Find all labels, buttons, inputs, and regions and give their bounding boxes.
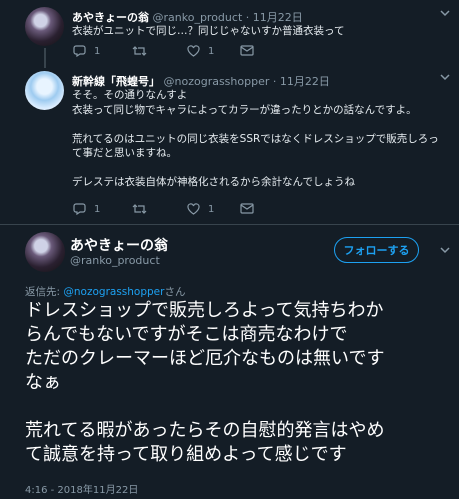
follow-button[interactable]: フォローする — [334, 237, 419, 263]
envelope-icon — [240, 203, 254, 214]
avatar[interactable] — [25, 232, 65, 272]
tweet-header: 新幹線「飛蝗号」 @nozograsshopper · 11月22日 — [72, 73, 330, 89]
reply-to-suffix: さん — [164, 286, 186, 298]
reply-button[interactable]: 1 — [73, 45, 100, 57]
retweet-icon — [132, 45, 147, 57]
author-handle[interactable]: @ranko_product — [153, 11, 243, 24]
avatar[interactable] — [25, 7, 64, 46]
author-handle[interactable]: @nozograsshopper — [164, 75, 270, 88]
author-name[interactable]: 新幹線「飛蝗号」 — [72, 75, 160, 88]
retweet-button[interactable] — [132, 45, 155, 57]
dm-button[interactable] — [240, 45, 254, 56]
author-handle[interactable]: @ranko_product — [70, 254, 160, 267]
tweet-timestamp[interactable]: 4:16 - 2018年11月22日 — [25, 481, 138, 496]
envelope-icon — [240, 45, 254, 56]
reply-icon — [73, 45, 86, 57]
reply-to-prefix: 返信先: — [25, 286, 64, 298]
reply-count: 1 — [94, 203, 101, 215]
reply-icon — [73, 203, 86, 215]
tweet-date[interactable]: 11月22日 — [280, 75, 330, 88]
tweet-date[interactable]: 11月22日 — [253, 11, 303, 24]
tweet-text: 衣装がユニットで同じ…？同じじゃないすか普通衣装って — [72, 25, 345, 37]
like-button[interactable]: 1 — [187, 203, 214, 215]
reply-button[interactable]: 1 — [73, 203, 100, 215]
reply-to-handle-link[interactable]: @nozograsshopper — [63, 286, 164, 298]
thread-line — [44, 48, 46, 68]
dm-button[interactable] — [240, 203, 254, 214]
retweet-button[interactable] — [132, 203, 155, 215]
dot-separator: · — [245, 11, 250, 24]
retweet-icon — [132, 203, 147, 215]
tweet-text: そそ。その通りなんすよ 衣装って同じ物でキャラによってカラーが違ったりとかの話な… — [72, 89, 439, 188]
heart-icon — [187, 45, 200, 57]
chevron-down-icon[interactable] — [440, 73, 450, 84]
chevron-down-icon[interactable] — [440, 246, 450, 257]
chevron-down-icon[interactable] — [440, 9, 450, 20]
avatar[interactable] — [25, 71, 64, 110]
author-name[interactable]: あやきょーの翁 — [72, 11, 149, 24]
heart-icon — [187, 203, 200, 215]
tweet-header: あやきょーの翁 @ranko_product · 11月22日 — [72, 9, 303, 25]
main-tweet-text: ドレスショップで販売しろよって気持ちわか らんでもないですがそこは商売なわけで … — [25, 300, 385, 465]
like-button[interactable]: 1 — [187, 45, 214, 57]
like-count: 1 — [208, 203, 215, 215]
dot-separator: · — [272, 75, 277, 88]
reply-to-line: 返信先: @nozograsshopperさん — [25, 284, 185, 299]
author-name[interactable]: あやきょーの翁 — [70, 235, 168, 255]
divider — [0, 224, 459, 225]
like-count: 1 — [208, 45, 215, 57]
reply-count: 1 — [94, 45, 101, 57]
